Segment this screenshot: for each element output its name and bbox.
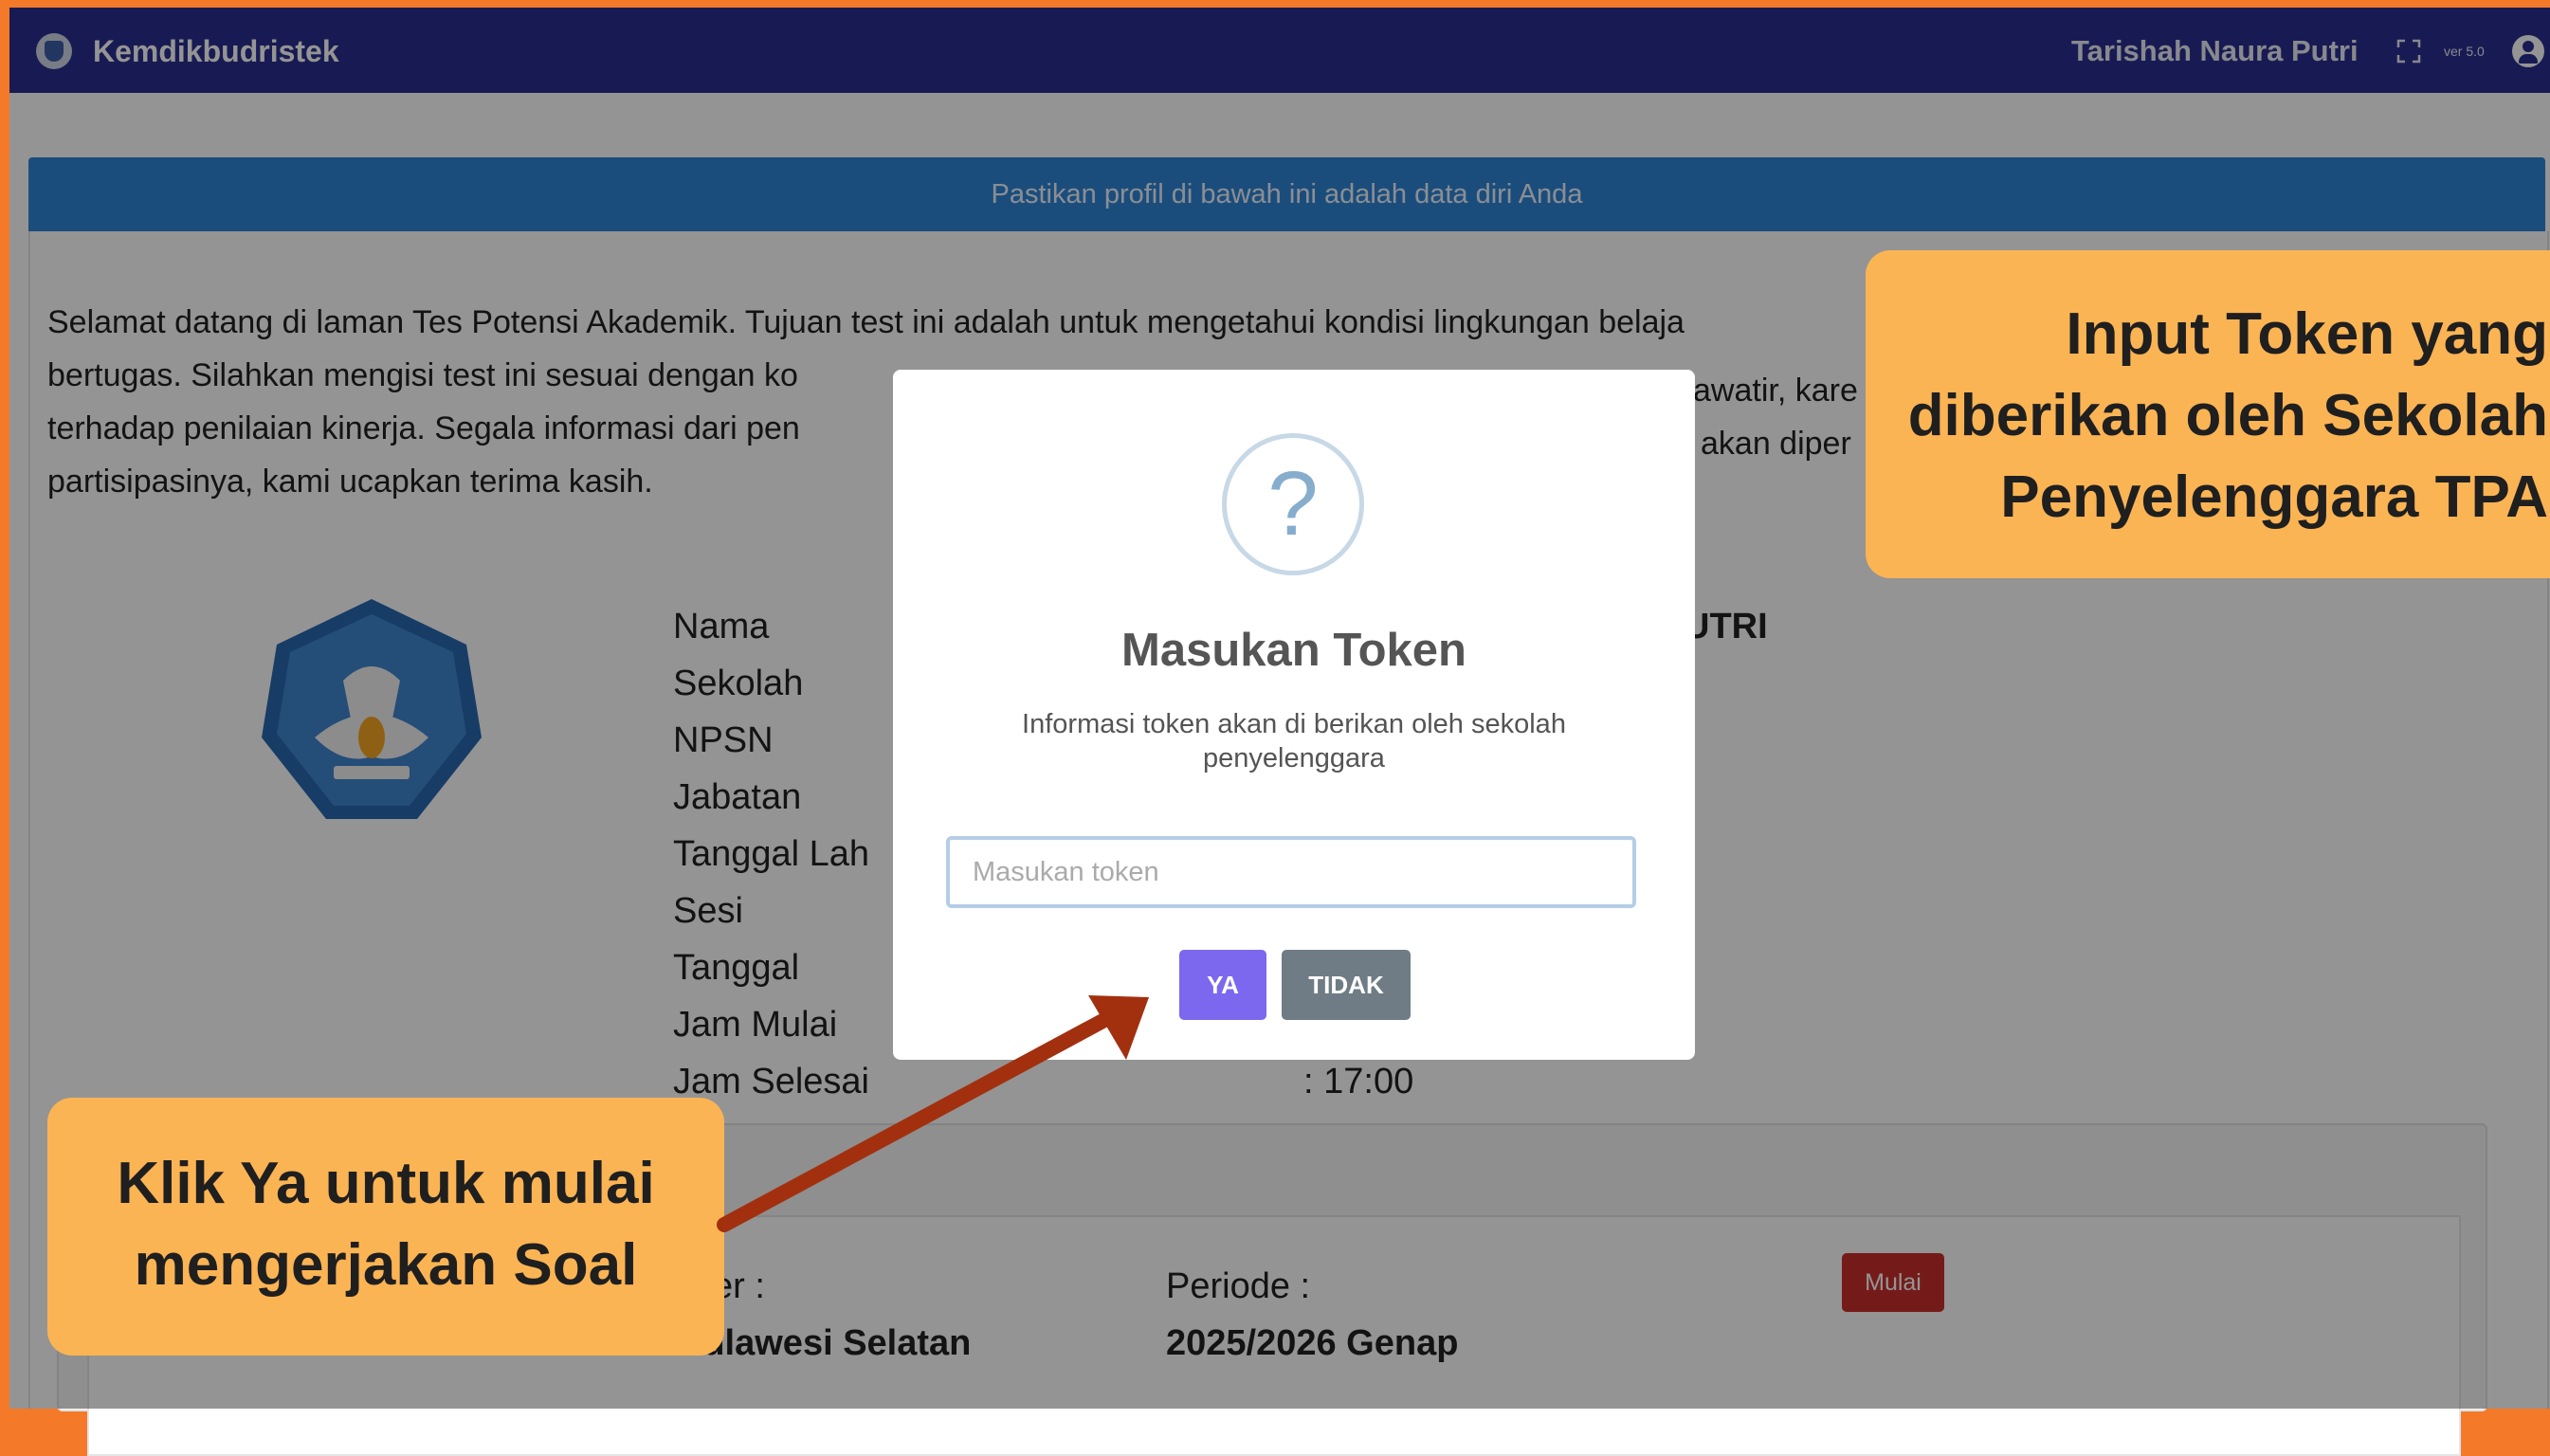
callout-line: diberikan oleh Sekolah xyxy=(1907,383,2548,448)
token-modal: ? Masukan Token Informasi token akan di … xyxy=(893,370,1695,1060)
callout-klik-ya: Klik Ya untuk mulai mengerjakan Soal xyxy=(47,1098,724,1356)
cancel-tidak-button[interactable]: TIDAK xyxy=(1282,950,1411,1020)
callout-line: Penyelenggara TPA xyxy=(2000,464,2548,530)
callout-line: mengerjakan Soal xyxy=(134,1232,638,1298)
question-icon: ? xyxy=(1222,433,1364,575)
modal-title: Masukan Token xyxy=(1121,625,1466,676)
confirm-ya-button[interactable]: YA xyxy=(1179,950,1266,1020)
token-input[interactable] xyxy=(946,836,1636,908)
callout-line: Klik Ya untuk mulai xyxy=(117,1151,655,1216)
callout-input-token: Input Token yang diberikan oleh Sekolah … xyxy=(1866,250,2550,578)
modal-description: Informasi token akan di berikan oleh sek… xyxy=(1022,709,1566,774)
callout-line: Input Token yang xyxy=(2066,301,2548,367)
